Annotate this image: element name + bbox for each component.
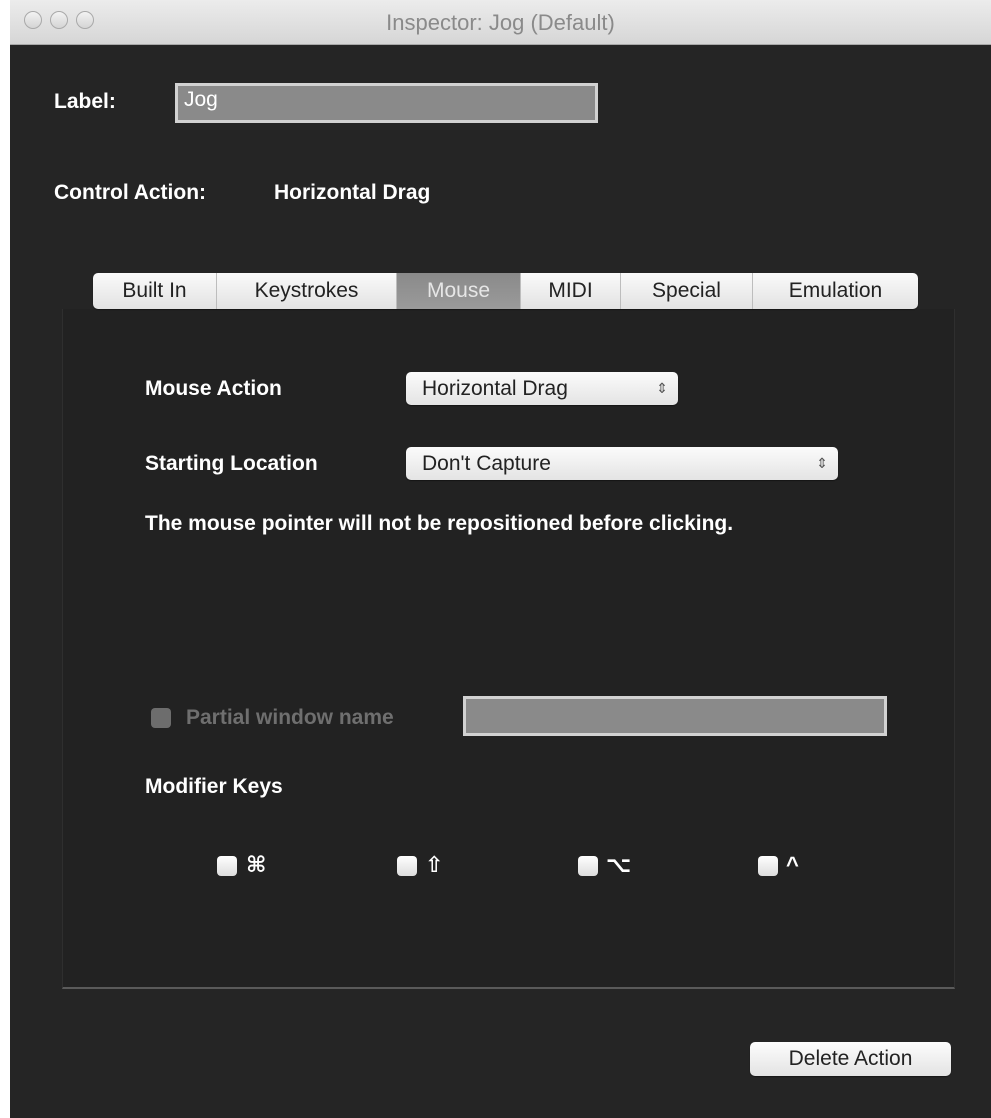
- command-icon: ⌘: [246, 852, 267, 877]
- tab-mouse[interactable]: Mouse: [397, 273, 521, 309]
- tab-midi[interactable]: MIDI: [521, 273, 621, 309]
- tab-special[interactable]: Special: [621, 273, 753, 309]
- tab-built-in[interactable]: Built In: [93, 273, 217, 309]
- mouse-action-popup[interactable]: Horizontal Drag ⇕: [406, 372, 678, 405]
- starting-location-caption: Starting Location: [145, 452, 318, 475]
- shift-checkbox[interactable]: [397, 856, 417, 876]
- mouse-action-caption: Mouse Action: [145, 377, 282, 400]
- tab-content-panel: [62, 309, 955, 989]
- label-input[interactable]: Jog: [175, 83, 598, 123]
- popup-arrows-icon: ⇕: [656, 380, 668, 396]
- partial-window-caption: Partial window name: [186, 706, 394, 729]
- window-title: Inspector: Jog (Default): [386, 10, 615, 35]
- shift-icon: ⇧: [425, 852, 444, 877]
- control-action-caption: Control Action:: [54, 181, 207, 204]
- title-bar[interactable]: Inspector: Jog (Default): [10, 0, 991, 45]
- starting-location-description: The mouse pointer will not be reposition…: [145, 512, 734, 535]
- control-checkbox[interactable]: [758, 856, 778, 876]
- command-checkbox[interactable]: [217, 856, 237, 876]
- inspector-window: Inspector: Jog (Default) Label: Jog Cont…: [10, 0, 991, 1118]
- starting-location-value: Don't Capture: [422, 452, 551, 475]
- tab-emulation[interactable]: Emulation: [753, 273, 918, 309]
- tab-keystrokes[interactable]: Keystrokes: [217, 273, 397, 309]
- option-icon: ⌥: [606, 852, 632, 877]
- partial-window-input[interactable]: [463, 696, 887, 736]
- partial-window-checkbox[interactable]: [151, 708, 171, 728]
- popup-arrows-icon: ⇕: [816, 455, 828, 471]
- control-action-value: Horizontal Drag: [274, 181, 431, 204]
- control-icon: ^: [786, 852, 799, 877]
- option-checkbox[interactable]: [578, 856, 598, 876]
- action-tab-bar: Built In Keystrokes Mouse MIDI Special E…: [93, 273, 918, 309]
- mouse-action-value: Horizontal Drag: [422, 377, 568, 400]
- delete-action-button[interactable]: Delete Action: [750, 1042, 951, 1076]
- starting-location-popup[interactable]: Don't Capture ⇕: [406, 447, 838, 480]
- modifier-keys-caption: Modifier Keys: [145, 775, 283, 798]
- label-caption: Label:: [54, 90, 116, 113]
